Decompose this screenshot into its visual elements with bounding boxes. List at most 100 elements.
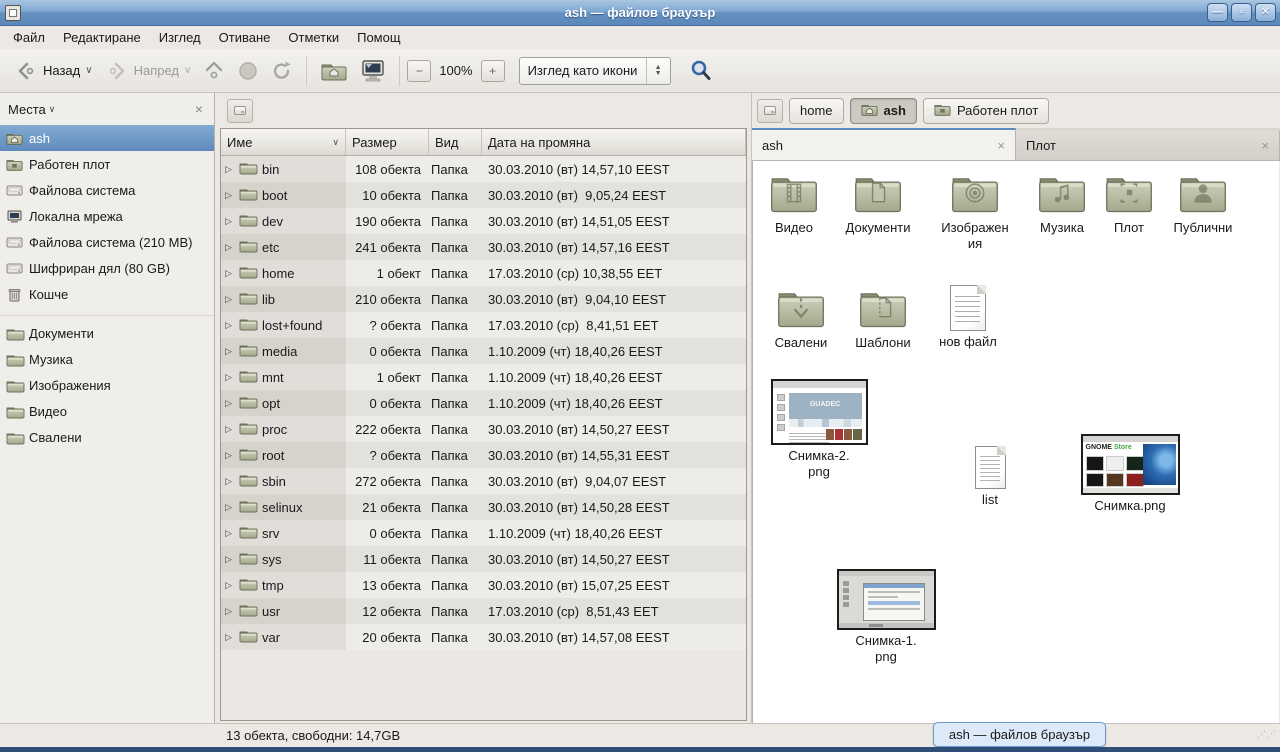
zoom-out-button[interactable]: − (407, 60, 431, 82)
file-icon-item[interactable]: Публични (1157, 172, 1249, 236)
path-button-Работен плот[interactable]: Работен плот (923, 98, 1049, 124)
expander-icon[interactable]: ▷ (225, 606, 235, 617)
tab-Плот[interactable]: Плот× (1016, 131, 1280, 160)
menu-item-Редактиране[interactable]: Редактиране (54, 28, 150, 47)
menu-item-Помощ[interactable]: Помощ (348, 28, 409, 47)
sidebar-item[interactable]: Документи (0, 320, 214, 346)
expander-icon[interactable]: ▷ (225, 476, 235, 487)
tab-close-icon[interactable]: × (1261, 138, 1269, 153)
places-dropdown-icon[interactable]: ∨ (49, 104, 192, 115)
close-button[interactable]: ✕ (1255, 3, 1276, 22)
expander-icon[interactable]: ▷ (225, 554, 235, 565)
table-row[interactable]: ▷ etc241 обектаПапка30.03.2010 (вт) 14,5… (221, 234, 746, 260)
file-icon-item[interactable]: Снимка-1.png (830, 569, 942, 665)
table-row[interactable]: ▷ tmp13 обектаПапка30.03.2010 (вт) 15,07… (221, 572, 746, 598)
forward-button[interactable]: Напред ∨ (99, 57, 198, 85)
view-mode-select[interactable]: Изглед като икони ▲▼ (519, 57, 671, 85)
expander-icon[interactable]: ▷ (225, 398, 235, 409)
table-row[interactable]: ▷ home1 обектПапка17.03.2010 (ср) 10,38,… (221, 260, 746, 286)
expander-icon[interactable]: ▷ (225, 294, 235, 305)
tree-pane-button[interactable] (227, 99, 253, 123)
file-icon-item[interactable]: Документи (832, 172, 924, 236)
expander-icon[interactable]: ▷ (225, 502, 235, 513)
expander-icon[interactable]: ▷ (225, 580, 235, 591)
menu-item-Отметки[interactable]: Отметки (279, 28, 348, 47)
sidebar-item[interactable]: Музика (0, 346, 214, 372)
table-row[interactable]: ▷ sbin272 обектаПапка30.03.2010 (вт) 9,0… (221, 468, 746, 494)
table-row[interactable]: ▷ media0 обектаПапка1.10.2009 (чт) 18,40… (221, 338, 746, 364)
column-header-Вид[interactable]: Вид (429, 129, 482, 155)
view-mode-spinner-icon[interactable]: ▲▼ (646, 58, 670, 84)
tab-close-icon[interactable]: × (997, 138, 1005, 153)
table-row[interactable]: ▷ bin108 обектаПапка30.03.2010 (вт) 14,5… (221, 156, 746, 182)
back-button[interactable]: Назад ∨ (8, 57, 99, 85)
expander-icon[interactable]: ▷ (225, 190, 235, 201)
places-header[interactable]: Места (8, 102, 46, 117)
expander-icon[interactable]: ▷ (225, 242, 235, 253)
table-row[interactable]: ▷ usr12 обектаПапка17.03.2010 (ср) 8,51,… (221, 598, 746, 624)
computer-button[interactable] (354, 55, 392, 87)
search-button[interactable] (683, 55, 719, 87)
expander-icon[interactable]: ▷ (225, 632, 235, 643)
home-button[interactable] (314, 56, 354, 86)
sidebar-close-icon[interactable]: × (192, 101, 206, 117)
sidebar-item[interactable]: Видео (0, 398, 214, 424)
sidebar-item[interactable]: ash (0, 125, 214, 151)
resize-grip[interactable]: ⋰⋰ (1257, 729, 1277, 740)
back-dropdown-icon[interactable]: ∨ (85, 65, 92, 76)
column-header-Дата на промяна[interactable]: Дата на промяна (482, 129, 746, 155)
path-button-home[interactable]: home (789, 98, 844, 124)
up-button[interactable] (197, 56, 231, 86)
sidebar-item[interactable]: Файлова система (0, 177, 214, 203)
menu-item-Изглед[interactable]: Изглед (150, 28, 210, 47)
file-icon-item[interactable]: Свалени (755, 287, 847, 351)
expander-icon[interactable]: ▷ (225, 424, 235, 435)
expander-icon[interactable]: ▷ (225, 268, 235, 279)
expander-icon[interactable]: ▷ (225, 528, 235, 539)
table-row[interactable]: ▷ selinux21 обектаПапка30.03.2010 (вт) 1… (221, 494, 746, 520)
table-row[interactable]: ▷ opt0 обектаПапка1.10.2009 (чт) 18,40,2… (221, 390, 746, 416)
stop-button[interactable] (231, 56, 265, 86)
table-row[interactable]: ▷ lost+found? обектаПапка17.03.2010 (ср)… (221, 312, 746, 338)
table-row[interactable]: ▷ proc222 обектаПапка30.03.2010 (вт) 14,… (221, 416, 746, 442)
file-icon-item[interactable]: list (944, 446, 1036, 508)
sidebar-item[interactable]: Шифриран дял (80 GB) (0, 255, 214, 281)
tab-ash[interactable]: ash× (752, 128, 1016, 160)
table-row[interactable]: ▷ dev190 обектаПапка30.03.2010 (вт) 14,5… (221, 208, 746, 234)
table-row[interactable]: ▷ sys11 обектаПапка30.03.2010 (вт) 14,50… (221, 546, 746, 572)
reload-button[interactable] (265, 56, 299, 86)
expander-icon[interactable]: ▷ (225, 372, 235, 383)
expander-icon[interactable]: ▷ (225, 164, 235, 175)
table-row[interactable]: ▷ var20 обектаПапка30.03.2010 (вт) 14,57… (221, 624, 746, 650)
menu-item-Файл[interactable]: Файл (4, 28, 54, 47)
sidebar-item[interactable]: Работен плот (0, 151, 214, 177)
table-row[interactable]: ▷ lib210 обектаПапка30.03.2010 (вт) 9,04… (221, 286, 746, 312)
sidebar-item[interactable]: Локална мрежа (0, 203, 214, 229)
sidebar-item[interactable]: Файлова система (210 MB) (0, 229, 214, 255)
file-icon-item[interactable]: Видео (752, 172, 840, 236)
zoom-in-button[interactable]: + (481, 60, 505, 82)
sidebar-item[interactable]: Кошче (0, 281, 214, 307)
path-root-button[interactable] (757, 99, 783, 123)
table-row[interactable]: ▷ srv0 обектаПапка1.10.2009 (чт) 18,40,2… (221, 520, 746, 546)
table-row[interactable]: ▷ boot10 обектаПапка30.03.2010 (вт) 9,05… (221, 182, 746, 208)
maximize-button[interactable]: ▫ (1231, 3, 1252, 22)
sidebar-item[interactable]: Свалени (0, 424, 214, 450)
table-row[interactable]: ▷ root? обектаПапка30.03.2010 (вт) 14,55… (221, 442, 746, 468)
expander-icon[interactable]: ▷ (225, 346, 235, 357)
expander-icon[interactable]: ▷ (225, 450, 235, 461)
column-header-Размер[interactable]: Размер (346, 129, 429, 155)
expander-icon[interactable]: ▷ (225, 216, 235, 227)
expander-icon[interactable]: ▷ (225, 320, 235, 331)
file-icon-item[interactable]: GNOME Store Снимка.png (1074, 434, 1186, 514)
file-icon-item[interactable]: Изображения (929, 172, 1021, 252)
icon-canvas[interactable]: Видео Документи Изображения Музика Плот … (752, 161, 1279, 723)
file-icon-item[interactable]: GUADEC Снимка-2.png (763, 379, 875, 480)
file-icon-item[interactable]: нов файл (922, 285, 1014, 350)
minimize-button[interactable]: — (1207, 3, 1228, 22)
sidebar-item[interactable]: Изображения (0, 372, 214, 398)
table-row[interactable]: ▷ mnt1 обектПапка1.10.2009 (чт) 18,40,26… (221, 364, 746, 390)
path-button-ash[interactable]: ash (850, 98, 917, 124)
file-icon-item[interactable]: Шаблони (837, 287, 929, 351)
menu-item-Отиване[interactable]: Отиване (210, 28, 280, 47)
